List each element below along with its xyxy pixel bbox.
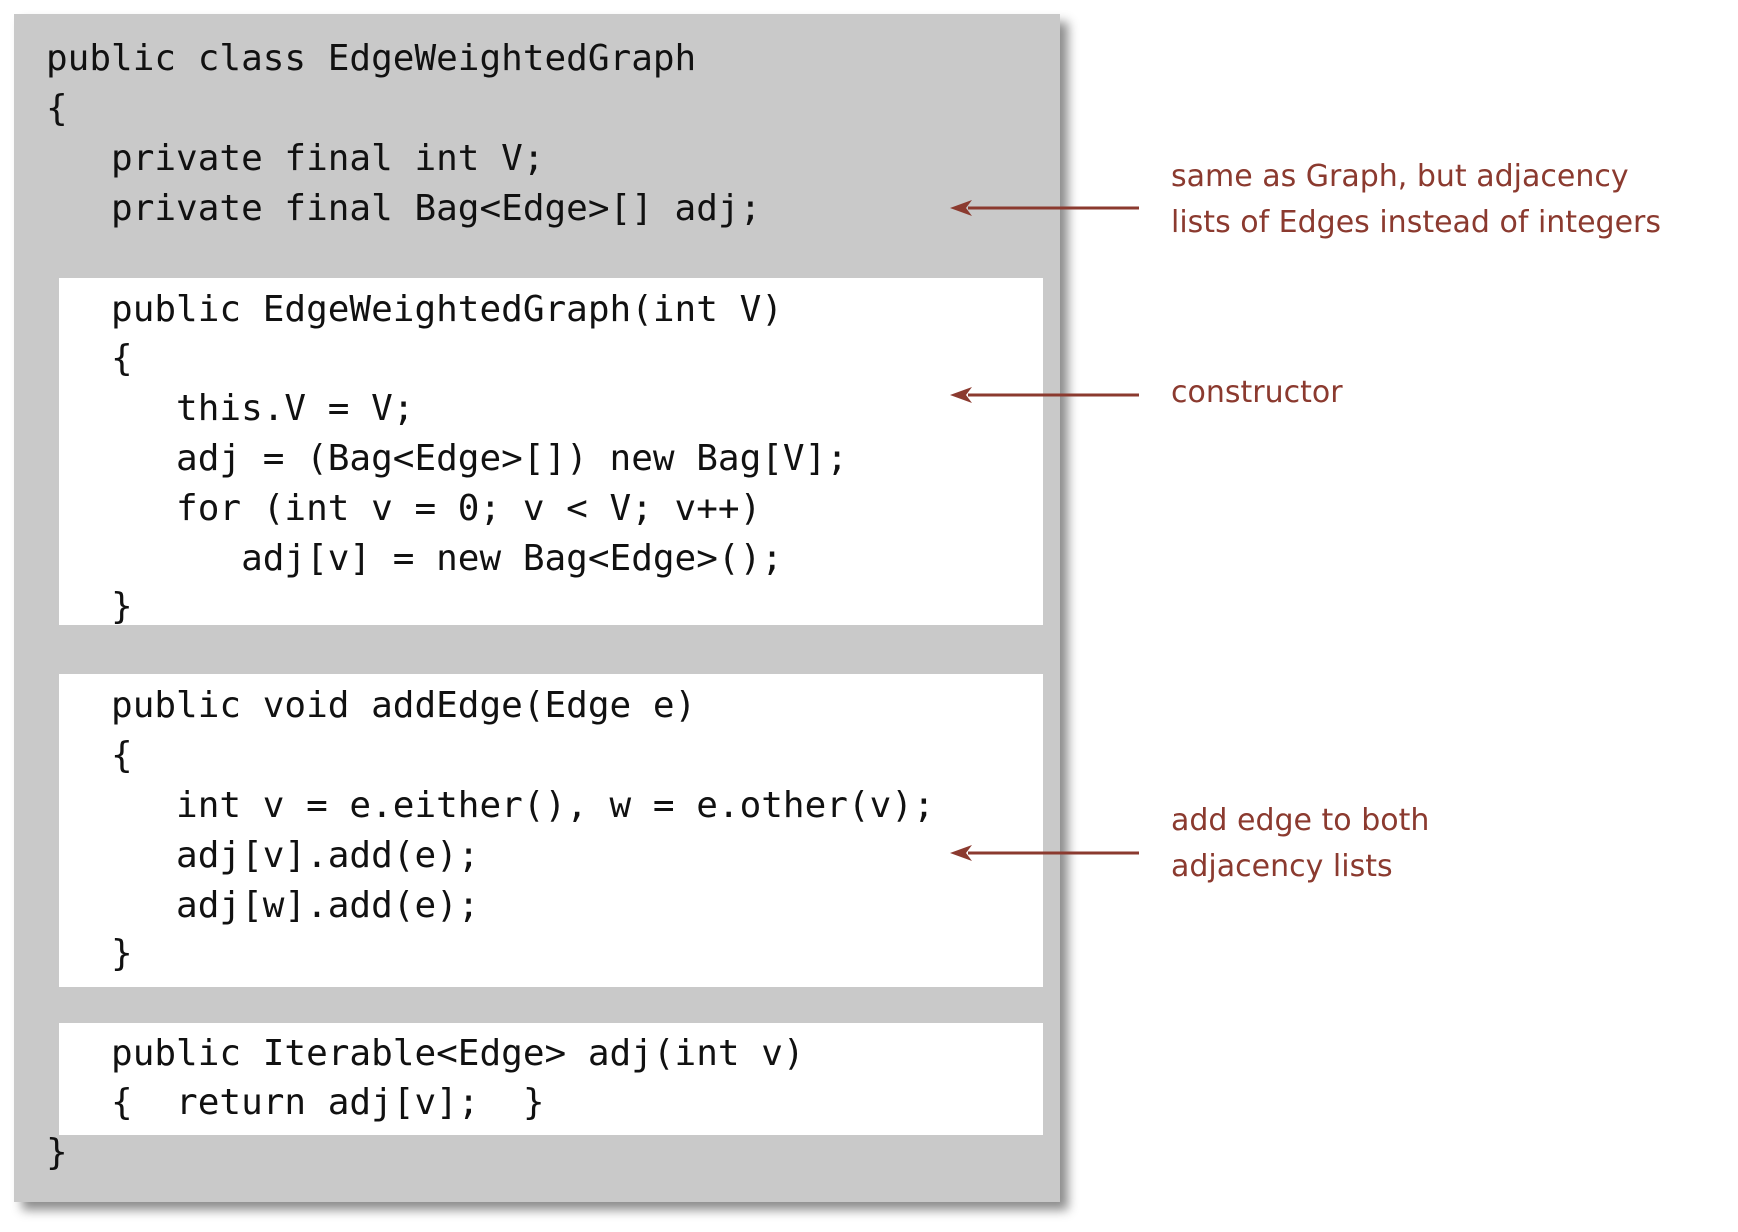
- code-line: adj[v].add(e);: [46, 835, 480, 876]
- code-line: }: [46, 933, 133, 974]
- code-line: { return adj[v]; }: [46, 1082, 545, 1123]
- fields-annotation: same as Graph, but adjacency lists of Ed…: [1171, 159, 1661, 240]
- code-line: private final Bag<Edge>[] adj;: [46, 188, 762, 229]
- code-line: public void addEdge(Edge e): [46, 685, 697, 726]
- code-line: this.V = V;: [46, 388, 415, 429]
- code-line: {: [46, 338, 133, 379]
- code-line: {: [46, 88, 68, 129]
- code-line: }: [46, 586, 133, 627]
- code-line: public class EdgeWeightedGraph: [46, 38, 697, 79]
- code-line: adj[w].add(e);: [46, 885, 480, 926]
- code-line: }: [46, 1132, 68, 1173]
- code-line: {: [46, 735, 133, 776]
- constructor-annotation: constructor: [1171, 375, 1343, 410]
- code-line: for (int v = 0; v < V; v++): [46, 488, 762, 529]
- code-panel: public class EdgeWeightedGraph { private…: [14, 14, 1060, 1202]
- arrow-fields: [950, 200, 1139, 216]
- add-edge-annotation: add edge to both adjacency lists: [1171, 803, 1430, 884]
- code-line: adj[v] = new Bag<Edge>();: [46, 538, 783, 579]
- arrow-add-edge: [950, 845, 1139, 861]
- code-line: adj = (Bag<Edge>[]) new Bag[V];: [46, 438, 848, 479]
- code-line: public EdgeWeightedGraph(int V): [46, 289, 783, 330]
- code-line: int v = e.either(), w = e.other(v);: [46, 785, 935, 826]
- code-line: public Iterable<Edge> adj(int v): [46, 1033, 805, 1074]
- arrow-constructor: [950, 387, 1139, 403]
- code-line: private final int V;: [46, 138, 545, 179]
